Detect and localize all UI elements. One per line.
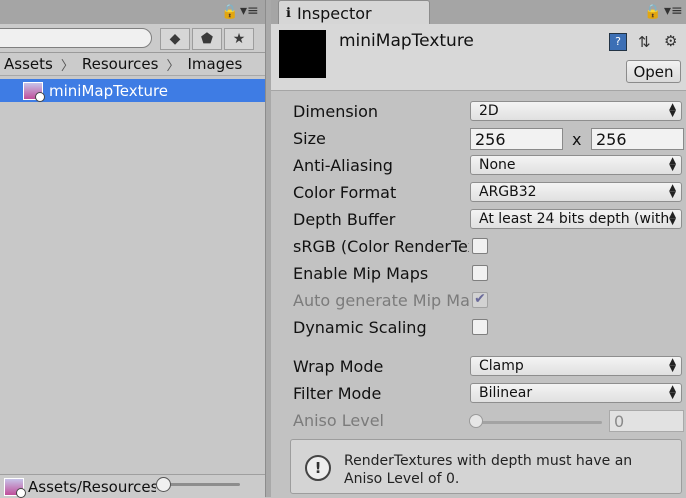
dimension-label: Dimension bbox=[293, 102, 379, 121]
dropdown-arrows-icon: ▲ ▼ bbox=[669, 384, 676, 401]
dropdown-arrows-icon: ▲ ▼ bbox=[669, 156, 676, 173]
help-message: RenderTextures with depth must have an A… bbox=[344, 453, 633, 487]
srgb-label: sRGB (Color RenderTexture) bbox=[293, 237, 469, 256]
aniso-level-field: 0 bbox=[609, 410, 684, 432]
asset-name-label: miniMapTexture bbox=[49, 81, 169, 100]
chevron-right-icon: 〉 bbox=[166, 58, 180, 74]
size-separator: x bbox=[572, 130, 582, 149]
size-height-field[interactable]: 256 bbox=[591, 128, 684, 150]
breadcrumb: Assets 〉 Resources 〉 Images bbox=[0, 53, 265, 76]
aniso-level-label: Aniso Level bbox=[293, 411, 384, 430]
depth-buffer-value: At least 24 bits depth (with stencil) bbox=[479, 211, 671, 227]
breadcrumb-assets[interactable]: Assets bbox=[0, 55, 57, 73]
srgb-checkbox[interactable] bbox=[472, 238, 488, 254]
filter-by-label-button[interactable]: ⬟ bbox=[192, 28, 222, 50]
preset-icon[interactable]: ⇅ bbox=[638, 33, 651, 51]
wrap-mode-dropdown[interactable]: Clamp ▲ ▼ bbox=[470, 356, 682, 376]
zoom-slider-handle[interactable] bbox=[156, 477, 171, 492]
dimension-value: 2D bbox=[479, 103, 499, 119]
enable-mip-maps-checkbox[interactable] bbox=[472, 265, 488, 281]
panel-menu-icon[interactable]: ▾≡ bbox=[664, 3, 683, 19]
lock-icon[interactable]: 🔒 bbox=[221, 4, 238, 20]
checkmark-icon: ✔ bbox=[474, 291, 486, 307]
color-format-dropdown[interactable]: ARGB32 ▲ ▼ bbox=[470, 182, 682, 202]
depth-buffer-label: Depth Buffer bbox=[293, 210, 396, 229]
auto-generate-mip-maps-checkbox: ✔ bbox=[472, 292, 488, 308]
dropdown-arrows-icon: ▲ ▼ bbox=[669, 357, 676, 374]
wrap-mode-value: Clamp bbox=[479, 358, 524, 374]
filter-by-type-button[interactable]: ◆ bbox=[160, 28, 190, 50]
auto-generate-mip-maps-label: Auto generate Mip Maps bbox=[293, 291, 469, 310]
filter-mode-dropdown[interactable]: Bilinear ▲ ▼ bbox=[470, 383, 682, 403]
dynamic-scaling-checkbox[interactable] bbox=[472, 319, 488, 335]
size-width-field[interactable]: 256 bbox=[470, 128, 563, 150]
wrap-mode-label: Wrap Mode bbox=[293, 357, 384, 376]
dimension-dropdown[interactable]: 2D ▲ ▼ bbox=[470, 101, 682, 121]
tag-icon: ⬟ bbox=[200, 31, 214, 47]
dropdown-arrows-icon: ▲ ▼ bbox=[669, 183, 676, 200]
enable-mip-maps-label: Enable Mip Maps bbox=[293, 264, 429, 283]
tab-label: Inspector bbox=[296, 3, 372, 23]
breadcrumb-resources[interactable]: Resources bbox=[78, 55, 163, 73]
filter-mode-label: Filter Mode bbox=[293, 384, 382, 403]
info-icon: ℹ bbox=[286, 5, 291, 21]
size-label: Size bbox=[293, 129, 326, 148]
dropdown-arrows-icon: ▲ ▼ bbox=[669, 210, 676, 227]
filter-type-icon: ◆ bbox=[169, 31, 181, 47]
lock-icon[interactable]: 🔒 bbox=[644, 4, 661, 20]
anti-aliasing-value: None bbox=[479, 157, 516, 173]
open-button[interactable]: Open bbox=[626, 60, 681, 83]
anti-aliasing-label: Anti-Aliasing bbox=[293, 156, 393, 175]
gear-icon[interactable]: ⚙ bbox=[664, 32, 677, 50]
color-format-label: Color Format bbox=[293, 183, 397, 202]
favorites-button[interactable]: ★ bbox=[224, 28, 254, 50]
footer-path: Assets/Resources bbox=[28, 477, 156, 496]
color-format-value: ARGB32 bbox=[479, 184, 537, 200]
dropdown-arrows-icon: ▲ ▼ bbox=[669, 102, 676, 119]
project-tab-bar: 🔒 ▾≡ bbox=[0, 0, 265, 24]
star-icon: ★ bbox=[232, 31, 246, 47]
depth-buffer-dropdown[interactable]: At least 24 bits depth (with stencil) ▲▼ bbox=[470, 209, 682, 229]
anti-aliasing-dropdown[interactable]: None ▲ ▼ bbox=[470, 155, 682, 175]
search-input[interactable] bbox=[0, 28, 152, 48]
aniso-level-slider-track bbox=[476, 421, 602, 424]
panel-menu-icon[interactable]: ▾≡ bbox=[240, 3, 259, 19]
zoom-slider-track[interactable] bbox=[160, 483, 240, 486]
breadcrumb-images[interactable]: Images bbox=[183, 55, 246, 73]
asset-title: miniMapTexture bbox=[339, 31, 474, 51]
chevron-right-icon: 〉 bbox=[60, 58, 74, 74]
render-texture-icon bbox=[4, 477, 26, 498]
tab-inspector[interactable]: ℹ Inspector bbox=[278, 0, 430, 25]
help-book-icon[interactable]: ? bbox=[609, 33, 627, 51]
dynamic-scaling-label: Dynamic Scaling bbox=[293, 318, 427, 337]
warning-icon: ! bbox=[305, 455, 331, 481]
render-texture-icon bbox=[23, 81, 45, 102]
texture-preview-thumbnail bbox=[279, 30, 326, 78]
filter-mode-value: Bilinear bbox=[479, 385, 533, 401]
aniso-level-slider-handle bbox=[469, 414, 483, 428]
list-item-selected[interactable]: miniMapTexture bbox=[0, 79, 265, 102]
project-footer: Assets/Resources bbox=[0, 474, 265, 498]
